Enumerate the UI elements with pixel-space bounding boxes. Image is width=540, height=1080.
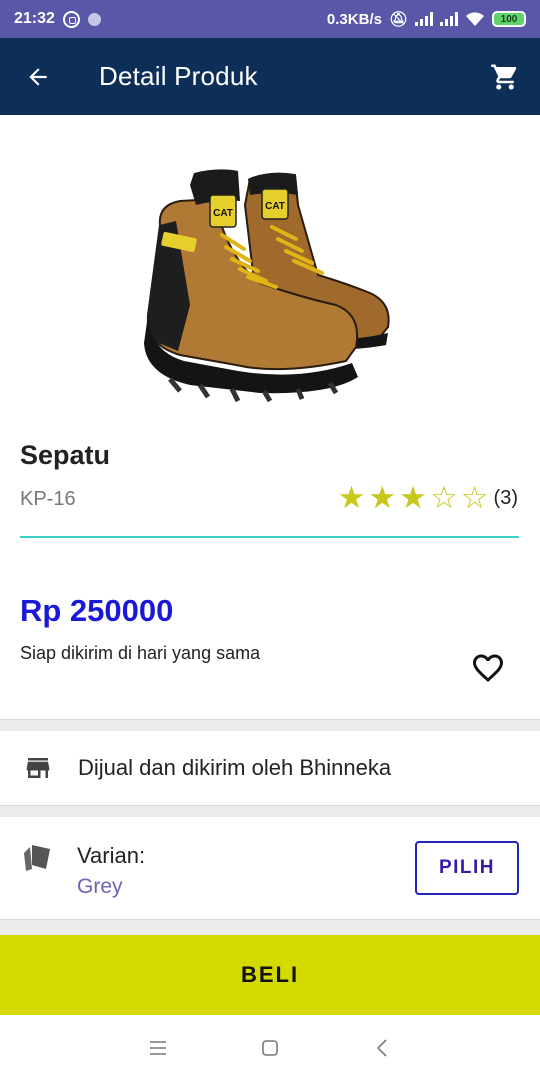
star-outline-icon: ☆ (429, 480, 458, 515)
seller-text: Dijual dan dikirim oleh Bhinneka (78, 755, 392, 780)
star-filled-icon: ★ (337, 480, 366, 515)
mute-bell-icon: 🔕︎ (388, 11, 408, 28)
notification-dot-icon (87, 12, 101, 26)
nav-menu-button[interactable] (102, 1015, 214, 1080)
store-icon (26, 758, 50, 778)
tag-icon (24, 845, 50, 871)
variant-label: Varian: (77, 843, 146, 868)
star-filled-icon: ★ (399, 480, 427, 515)
page-title: Detail Produk (99, 61, 258, 91)
product-price: Rp 250000 (20, 593, 174, 628)
status-bar: 21:32 0.3KB/s 🔕︎ 100 (0, 0, 540, 38)
buy-button[interactable]: BELI (0, 935, 540, 1015)
rating-count: (3) (493, 486, 518, 509)
section-separator (0, 719, 540, 731)
star-filled-icon: ★ (368, 480, 397, 515)
divider (20, 536, 519, 538)
svg-text:CAT: CAT (265, 201, 285, 212)
signal-icon (415, 12, 433, 26)
variant-value: Grey (77, 875, 123, 898)
svg-text:CAT: CAT (213, 208, 233, 219)
app-bar: Detail Produk (0, 38, 540, 115)
net-speed: 0.3KB/s (326, 10, 382, 28)
product-code: KP-16 (20, 488, 76, 510)
product-image: CAT CAT (144, 169, 390, 403)
back-button[interactable] (0, 38, 76, 115)
cart-button[interactable] (470, 38, 540, 115)
nav-home-button[interactable] (214, 1015, 326, 1080)
variant-section: Varian: Grey PILIH (0, 817, 540, 919)
nav-back-button[interactable] (326, 1015, 438, 1080)
wishlist-button[interactable] (466, 646, 510, 690)
home-square-icon (262, 1039, 278, 1056)
menu-icon (150, 1040, 166, 1055)
arrow-left-icon (29, 67, 47, 86)
status-time: 21:32 (14, 10, 55, 27)
back-chevron-icon (376, 1038, 387, 1057)
section-separator (0, 805, 540, 817)
whatsapp-icon (62, 10, 80, 28)
shopping-cart-icon (491, 64, 517, 89)
choose-variant-button[interactable]: PILIH (415, 841, 519, 895)
shipping-note: Siap dikirim di hari yang sama (20, 643, 261, 663)
signal-icon (440, 12, 458, 26)
system-nav-bar (0, 1015, 540, 1080)
product-name: Sepatu (20, 440, 111, 470)
heart-outline-icon (473, 654, 503, 683)
battery-icon: 100 (492, 11, 526, 27)
product-rating: ★ ★ ★ ☆ ☆ (3) (338, 482, 518, 514)
wifi-icon (466, 12, 484, 26)
star-outline-icon: ☆ (460, 480, 489, 515)
section-separator (0, 919, 540, 935)
seller-info: Dijual dan dikirim oleh Bhinneka (0, 731, 540, 805)
